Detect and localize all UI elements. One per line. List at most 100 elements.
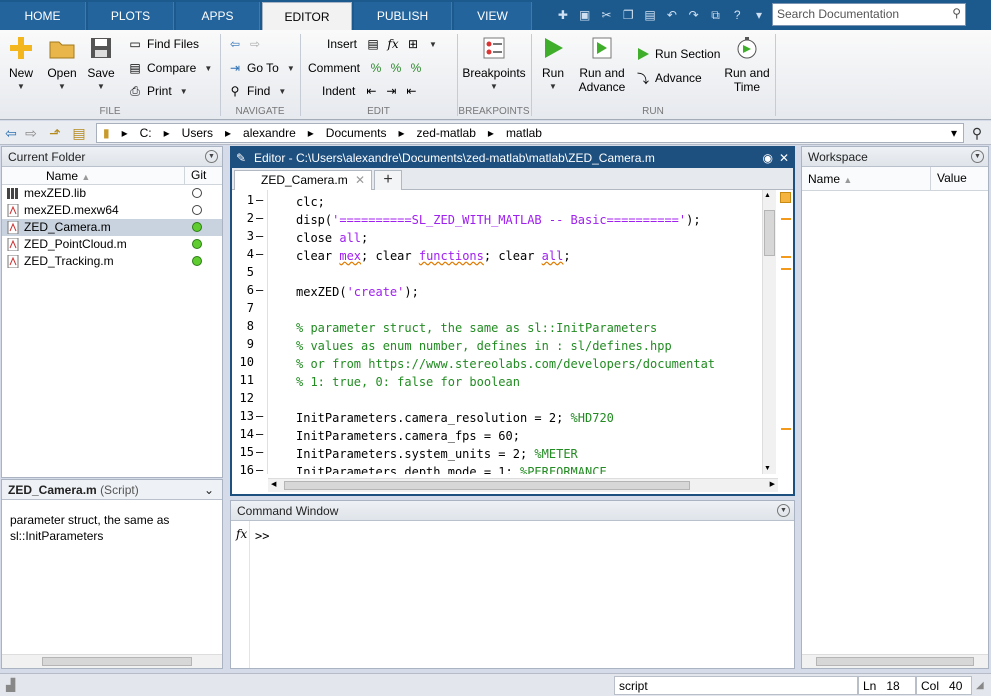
undo-icon[interactable]: ↶: [662, 5, 682, 26]
insert-function-icon[interactable]: fx: [385, 36, 401, 52]
file-row[interactable]: mexZED.mexw64: [2, 202, 222, 219]
name-column-header[interactable]: Name ▲: [46, 169, 90, 183]
scroll-thumb[interactable]: [284, 481, 690, 490]
file-row[interactable]: ZED_PointCloud.m: [2, 236, 222, 253]
up-folder-icon[interactable]: ⬏: [46, 124, 64, 142]
cut-icon[interactable]: ✂: [597, 5, 617, 26]
breadcrumb-users[interactable]: Users: [176, 126, 219, 140]
comment-button[interactable]: Comment%%%: [308, 58, 424, 78]
insert-dropdown-icon[interactable]: ▼: [429, 40, 437, 49]
breakpoint-dash[interactable]: –: [256, 211, 263, 225]
browse-folder-icon[interactable]: ▤: [70, 124, 88, 142]
open-button[interactable]: Open ▼: [46, 34, 78, 94]
warning-mark[interactable]: [781, 428, 791, 430]
paste-icon[interactable]: ▤: [640, 5, 660, 26]
search-icon[interactable]: ⚲: [952, 6, 961, 20]
collapse-chevron-icon[interactable]: ⌄: [204, 480, 214, 500]
tab-view[interactable]: VIEW: [454, 2, 532, 30]
breakpoint-dash[interactable]: –: [256, 247, 263, 261]
breadcrumb[interactable]: ▮ ▸ C: ▸ Users ▸ alexandre ▸ Documents ▸…: [96, 123, 964, 143]
go-to-button[interactable]: ⇥ Go To ▼: [227, 58, 295, 78]
close-tab-icon[interactable]: ✕: [355, 171, 365, 189]
uncomment-icon[interactable]: %: [388, 60, 404, 76]
editor-hscrollbar[interactable]: ◀ ▶: [268, 478, 778, 492]
panel-menu-icon[interactable]: ▼: [205, 150, 218, 163]
breadcrumb-documents[interactable]: Documents: [320, 126, 393, 140]
warning-mark[interactable]: [781, 256, 791, 258]
breakpoint-dash[interactable]: –: [256, 445, 263, 459]
scroll-left-icon[interactable]: ◀: [271, 480, 276, 488]
breakpoints-button[interactable]: Breakpoints ▼: [462, 34, 526, 94]
file-row[interactable]: ZED_Tracking.m: [2, 253, 222, 270]
function-browser-icon[interactable]: fx: [236, 527, 247, 541]
comment-percent-icon[interactable]: %: [368, 60, 384, 76]
decrease-indent-icon[interactable]: ⇤: [403, 83, 419, 99]
wrap-comments-icon[interactable]: %: [408, 60, 424, 76]
scroll-thumb[interactable]: [764, 210, 775, 256]
advance-button[interactable]: ⤵ Advance: [635, 68, 702, 88]
command-prompt[interactable]: >>: [255, 529, 269, 543]
scroll-down-icon[interactable]: ▼: [764, 465, 771, 472]
breakpoint-dash[interactable]: –: [256, 463, 263, 477]
increase-indent-icon[interactable]: ⇥: [383, 83, 399, 99]
new-script-icon[interactable]: ✚: [553, 5, 573, 26]
panel-menu-icon[interactable]: ▼: [777, 504, 790, 517]
workspace-name-header[interactable]: Name ▲: [808, 172, 852, 186]
breakpoint-dash[interactable]: –: [256, 283, 263, 297]
smart-indent-icon[interactable]: ⇤: [363, 83, 379, 99]
warning-indicator-icon[interactable]: [780, 192, 791, 203]
forward-icon[interactable]: ⇨: [22, 124, 40, 142]
tab-plots[interactable]: PLOTS: [88, 2, 174, 30]
warning-mark[interactable]: [781, 268, 791, 270]
save-icon[interactable]: ▣: [575, 5, 595, 26]
warning-mark[interactable]: [781, 218, 791, 220]
workspace-value-header[interactable]: Value: [930, 167, 967, 190]
file-row-selected[interactable]: ZED_Camera.m: [2, 219, 222, 236]
tab-zed-camera[interactable]: ZED_Camera.m ✕: [234, 170, 372, 190]
breakpoint-dash[interactable]: –: [256, 427, 263, 441]
file-row[interactable]: mexZED.lib: [2, 185, 222, 202]
compare-button[interactable]: ▤ Compare ▼: [127, 58, 212, 78]
indent-button[interactable]: Indent ⇤ ⇥ ⇤: [322, 81, 419, 101]
copy-icon[interactable]: ❐: [618, 5, 638, 26]
run-button[interactable]: Run ▼: [538, 34, 568, 94]
details-hscrollbar[interactable]: [2, 654, 222, 668]
git-column-header[interactable]: Git: [184, 167, 206, 184]
breadcrumb-zed-matlab[interactable]: zed-matlab: [411, 126, 482, 140]
run-and-time-button[interactable]: Run and Time: [722, 34, 772, 94]
workspace-hscrollbar[interactable]: [802, 654, 988, 668]
scroll-up-icon[interactable]: ▲: [764, 192, 771, 199]
save-button[interactable]: Save ▼: [86, 34, 116, 94]
run-and-advance-button[interactable]: Run and Advance: [576, 34, 628, 94]
back-forward-buttons[interactable]: ⇦ ⇨: [227, 34, 263, 54]
breadcrumb-drive[interactable]: C:: [134, 126, 158, 140]
tab-publish[interactable]: PUBLISH: [354, 2, 452, 30]
help-icon[interactable]: ?: [727, 5, 747, 26]
find-button[interactable]: ⚲ Find ▼: [227, 81, 287, 101]
redo-icon[interactable]: ↷: [684, 5, 704, 26]
tab-apps[interactable]: APPS: [176, 2, 260, 30]
insert-button[interactable]: Insert ▤ fx ⊞ ▼: [327, 34, 437, 54]
switch-windows-icon[interactable]: ⧉: [706, 5, 726, 26]
editor-menu-icon[interactable]: ◉: [763, 148, 773, 168]
new-button[interactable]: New ▼: [6, 34, 36, 94]
insert-text-icon[interactable]: ⊞: [405, 36, 421, 52]
breadcrumb-alexandre[interactable]: alexandre: [237, 126, 302, 140]
breakpoint-dash[interactable]: –: [256, 229, 263, 243]
editor-vscrollbar[interactable]: ▲ ▼: [762, 190, 776, 474]
code-area[interactable]: clc; disp('==========SL_ZED_WITH_MATLAB …: [296, 190, 762, 474]
back-icon[interactable]: ⇦: [2, 124, 20, 142]
print-button[interactable]: ⎙ Print ▼: [127, 81, 187, 101]
panel-menu-icon[interactable]: ▼: [971, 150, 984, 163]
find-files-button[interactable]: ▭ Find Files: [127, 34, 199, 54]
new-tab-button[interactable]: +: [374, 170, 402, 190]
breakpoint-dash[interactable]: –: [256, 409, 263, 423]
forward-arrow-icon[interactable]: ⇨: [247, 36, 263, 52]
expand-icon[interactable]: ▾: [749, 5, 769, 26]
breakpoint-dash[interactable]: –: [256, 193, 263, 207]
path-dropdown-icon[interactable]: ▾: [945, 126, 963, 140]
tab-home[interactable]: HOME: [0, 2, 86, 30]
tab-editor[interactable]: EDITOR: [262, 2, 352, 32]
breadcrumb-matlab[interactable]: matlab: [500, 126, 548, 140]
run-section-button[interactable]: Run Section: [635, 44, 720, 64]
